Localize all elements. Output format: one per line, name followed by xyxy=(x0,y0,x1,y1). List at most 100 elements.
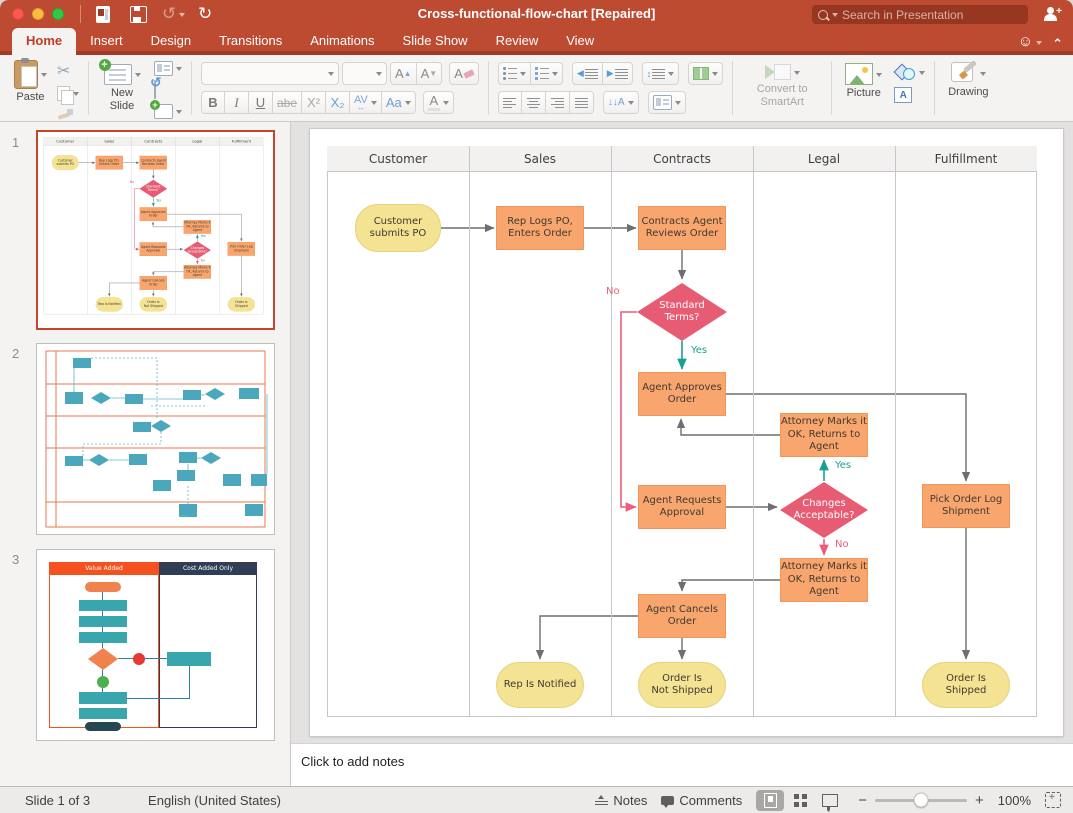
flow-node-process[interactable]: Agent Requests Approval xyxy=(140,242,167,256)
flow-node-terminator[interactable]: Rep Is Notified xyxy=(496,662,584,708)
slide-1-thumbnail[interactable]: CustomerSalesContractsLegalFulfillment Ye… xyxy=(36,130,275,330)
increase-indent-button[interactable]: ▶ xyxy=(603,62,633,85)
slide-sorter-icon xyxy=(794,794,807,807)
flow-node-process[interactable]: Contracts Agent Reviews Order xyxy=(638,206,726,250)
flow-node-terminator[interactable]: Order Is Shipped xyxy=(922,662,1010,708)
comments-icon xyxy=(661,796,674,805)
zoom-out-button[interactable]: − xyxy=(858,792,867,809)
ribbon-divider xyxy=(191,61,192,115)
close-button[interactable] xyxy=(12,8,24,20)
tab-design[interactable]: Design xyxy=(137,28,205,55)
feedback-smiley-button[interactable]: ☺ xyxy=(1018,33,1042,51)
flow-node-process[interactable]: Pick Order Log Shipment xyxy=(922,484,1010,528)
edge-label-no: No xyxy=(606,286,620,297)
collapse-ribbon-button[interactable]: ⌃ xyxy=(1052,36,1063,52)
decrease-indent-button[interactable]: ◀ xyxy=(572,62,603,85)
tab-animations[interactable]: Animations xyxy=(296,28,388,55)
lane-header-legal[interactable]: Legal xyxy=(175,137,219,145)
flow-node-process[interactable]: Rep Logs PO, Enters Order xyxy=(96,156,123,170)
comments-toggle-button[interactable]: Comments xyxy=(661,793,742,808)
slide-sorter-button[interactable] xyxy=(786,790,814,811)
picture-button[interactable]: Picture xyxy=(841,59,886,117)
search-input[interactable]: Search in Presentation xyxy=(812,5,1028,24)
slide-2-thumbnail-art xyxy=(37,344,274,534)
lane-header-contracts[interactable]: Contracts xyxy=(131,137,175,145)
line-spacing-button[interactable]: ↕ xyxy=(642,62,680,85)
lane-header-legal[interactable]: Legal xyxy=(753,146,895,172)
align-center-button[interactable] xyxy=(522,91,546,114)
flow-node-process[interactable]: Agent Approves Order xyxy=(638,372,726,416)
tab-home[interactable]: Home xyxy=(12,28,76,55)
lane-header-fulfillment[interactable]: Fulfillment xyxy=(219,137,263,145)
zoom-level[interactable]: 100% xyxy=(998,793,1031,808)
redo-button[interactable]: ↻ xyxy=(198,5,212,23)
shapes-button[interactable] xyxy=(894,63,925,81)
reset-slide-button[interactable]: ↺ xyxy=(154,81,182,99)
align-right-button[interactable] xyxy=(546,91,570,114)
lane-header-customer[interactable]: Customer xyxy=(327,146,469,172)
edge-label-yes: Yes xyxy=(201,235,206,238)
zoom-in-button[interactable]: + xyxy=(975,792,984,809)
slide-3-thumbnail[interactable]: Value Added Cost Added Only xyxy=(36,549,275,741)
numbering-button[interactable] xyxy=(531,62,563,85)
flow-node-terminator[interactable]: Customer submits PO xyxy=(52,155,79,170)
edge-label-no: No xyxy=(130,181,134,184)
flow-node-process[interactable]: Agent Cancels Order xyxy=(638,594,726,638)
flow-node-process[interactable]: Contracts Agent Reviews Order xyxy=(140,156,167,170)
flow-node-terminator[interactable]: Rep Is Notified xyxy=(96,297,123,311)
text-box-button[interactable]: A xyxy=(894,87,912,103)
flow-node-process[interactable]: Agent Requests Approval xyxy=(638,485,726,529)
edge-label-yes: Yes xyxy=(156,199,161,202)
new-slide-button[interactable]: + New Slide xyxy=(98,59,146,117)
tab-review[interactable]: Review xyxy=(482,28,553,55)
slide-2-thumbnail[interactable] xyxy=(36,343,275,535)
lane-header-contracts[interactable]: Contracts xyxy=(611,146,753,172)
minimize-button[interactable] xyxy=(32,8,44,20)
flow-node-process[interactable]: Rep Logs PO, Enters Order xyxy=(496,206,584,250)
flow-node-process[interactable]: Agent Cancels Order xyxy=(140,276,167,290)
text-box-icon: A xyxy=(900,90,907,101)
zoom-window-button[interactable] xyxy=(52,8,64,20)
lane-header-fulfillment[interactable]: Fulfillment xyxy=(895,146,1037,172)
statusbar: Slide 1 of 3 English (United States) Not… xyxy=(0,786,1073,813)
zoom-slider-knob[interactable] xyxy=(913,793,928,808)
language-indicator[interactable]: English (United States) xyxy=(148,793,281,808)
flow-node-process[interactable]: Attorney Marks it OK, Returns to Agent xyxy=(184,220,211,234)
justify-button[interactable] xyxy=(570,91,594,114)
flow-node-terminator[interactable]: Customer submits PO xyxy=(355,204,441,252)
mini-end-shape xyxy=(85,722,121,731)
notes-toggle-button[interactable]: Notes xyxy=(595,793,647,808)
drawing-button[interactable]: Drawing xyxy=(944,59,992,100)
fit-slide-button[interactable] xyxy=(1045,792,1061,808)
flow-node-process[interactable]: Attorney Marks it OK, Returns to Agent xyxy=(780,413,868,457)
zoom-slider[interactable] xyxy=(875,799,967,802)
section-button[interactable]: + xyxy=(154,104,182,119)
flow-node-process[interactable]: Agent Approves Order xyxy=(140,207,167,221)
cut-button[interactable]: ✂ xyxy=(57,61,79,81)
tab-slide-show[interactable]: Slide Show xyxy=(389,28,482,55)
lane-header-sales[interactable]: Sales xyxy=(87,137,131,145)
flow-node-process[interactable]: Pick Order Log Shipment xyxy=(228,242,255,256)
paste-button[interactable]: Paste xyxy=(10,59,51,105)
slideshow-view-button[interactable] xyxy=(816,790,844,811)
notes-pane[interactable]: Click to add notes xyxy=(291,743,1073,786)
share-button[interactable]: + xyxy=(1043,6,1061,22)
tab-view[interactable]: View xyxy=(552,28,608,55)
bullets-button[interactable] xyxy=(498,62,531,85)
save-button[interactable] xyxy=(130,5,147,23)
tab-insert[interactable]: Insert xyxy=(76,28,137,55)
flow-node-terminator[interactable]: Order Is Not Shipped xyxy=(638,662,726,708)
flow-node-process[interactable]: Attorney Marks it OK, Returns to Agent xyxy=(780,558,868,602)
slide-editor[interactable]: CustomerSalesContractsLegalFulfillmentYe… xyxy=(310,129,1063,736)
flow-node-terminator[interactable]: Order Is Not Shipped xyxy=(140,297,167,311)
flow-node-process[interactable]: Attorney Marks it OK, Returns to Agent xyxy=(184,265,211,279)
normal-view-button[interactable] xyxy=(756,790,784,811)
slide-canvas: CustomerSalesContractsLegalFulfillmentYe… xyxy=(291,122,1073,744)
align-left-button[interactable] xyxy=(498,91,522,114)
tab-transitions[interactable]: Transitions xyxy=(205,28,296,55)
new-document-button[interactable] xyxy=(96,5,110,23)
slide-3-left-header: Value Added xyxy=(49,562,159,575)
flow-node-terminator[interactable]: Order Is Shipped xyxy=(228,297,255,311)
lane-header-sales[interactable]: Sales xyxy=(469,146,611,172)
lane-header-customer[interactable]: Customer xyxy=(43,137,87,145)
